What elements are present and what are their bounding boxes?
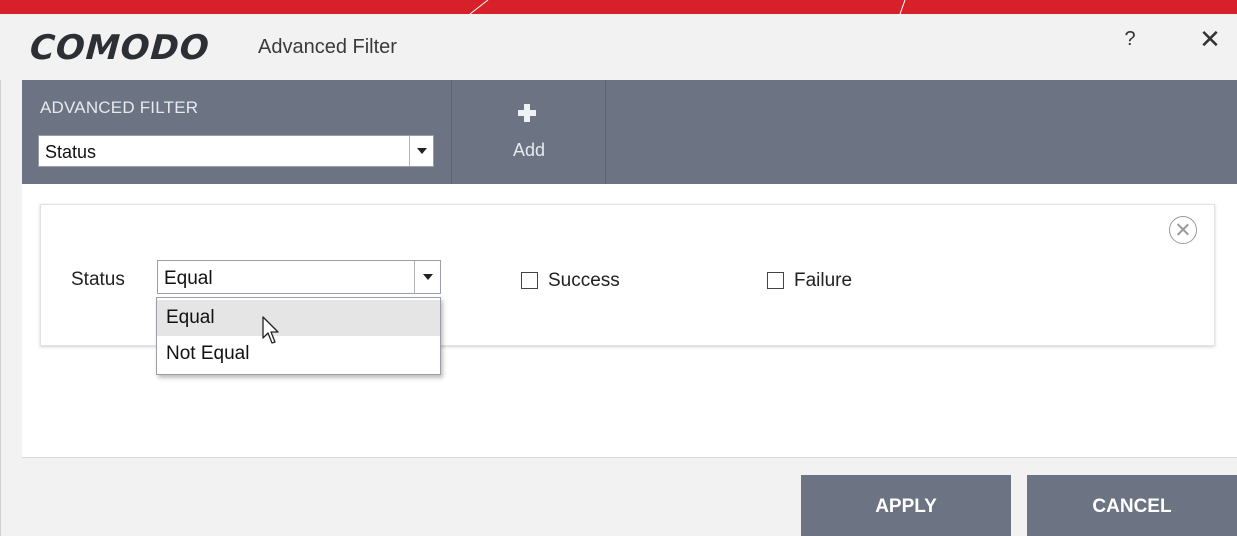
window-title: Advanced Filter bbox=[258, 36, 397, 58]
failure-checkbox[interactable]: Failure bbox=[767, 270, 887, 294]
remove-criterion-icon[interactable] bbox=[1169, 216, 1197, 244]
add-filter-button[interactable]: Add bbox=[452, 80, 606, 184]
dropdown-option-equal[interactable]: Equal bbox=[157, 300, 440, 336]
advanced-filter-heading: ADVANCED FILTER bbox=[40, 98, 199, 117]
apply-button[interactable]: APPLY bbox=[801, 475, 1011, 536]
checkbox-box[interactable] bbox=[521, 272, 538, 289]
strip-decoration bbox=[469, 0, 906, 14]
dropdown-arrow-icon[interactable] bbox=[409, 136, 433, 166]
checkbox-box[interactable] bbox=[767, 272, 784, 289]
dropdown-arrow-icon[interactable] bbox=[414, 261, 440, 293]
add-filter-label: Add bbox=[512, 140, 546, 160]
filter-field-select-value: Status bbox=[45, 142, 97, 162]
operator-select-value: Equal bbox=[164, 268, 213, 289]
top-accent-strip bbox=[0, 0, 1237, 14]
comodo-logo: COMODO bbox=[28, 28, 212, 68]
help-button[interactable]: ? bbox=[1118, 28, 1142, 56]
operator-dropdown-list: Equal Not Equal bbox=[156, 297, 441, 375]
dropdown-option-not-equal[interactable]: Not Equal bbox=[157, 336, 440, 372]
failure-checkbox-label: Failure bbox=[794, 270, 853, 291]
criterion-field-label: Status bbox=[71, 269, 125, 290]
filter-toolbar: ADVANCED FILTER Status Add bbox=[22, 80, 1237, 184]
cancel-button[interactable]: CANCEL bbox=[1027, 475, 1237, 536]
close-button[interactable]: ✕ bbox=[1196, 24, 1224, 56]
mouse-cursor-icon bbox=[262, 316, 279, 344]
success-checkbox[interactable]: Success bbox=[521, 270, 641, 294]
success-checkbox-label: Success bbox=[548, 270, 620, 291]
plus-icon bbox=[518, 104, 536, 122]
title-bar: COMODO Advanced Filter ? ✕ bbox=[0, 14, 1237, 80]
operator-select[interactable]: Equal bbox=[157, 260, 441, 294]
advanced-filter-section: ADVANCED FILTER Status bbox=[22, 80, 452, 184]
filter-field-select[interactable]: Status bbox=[38, 135, 434, 167]
window-left-edge bbox=[0, 80, 1, 536]
